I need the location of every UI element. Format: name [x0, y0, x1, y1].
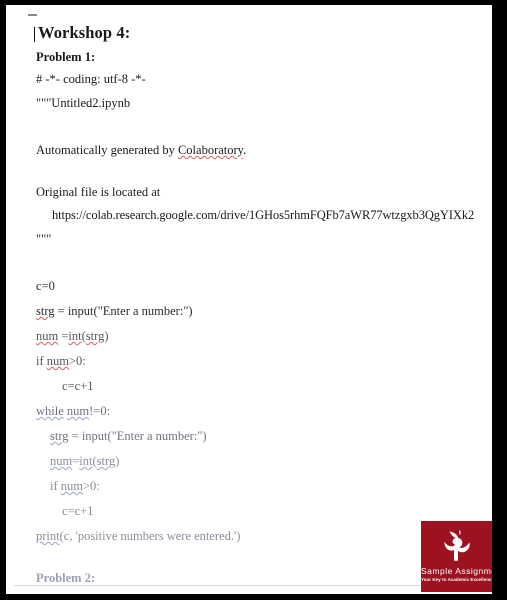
logo-brand-name: Sample Assignment	[421, 566, 492, 576]
bird-figure-icon	[444, 529, 470, 561]
document-page[interactable]: Workshop 4: Problem 1: # -*- coding: utf…	[6, 5, 492, 589]
code-line-print: print(c, 'positive numbers were entered.…	[36, 529, 241, 543]
colab-notebook-url[interactable]: https://colab.research.google.com/drive/…	[36, 209, 476, 222]
docstring-close-line-1: """	[36, 231, 52, 246]
text-cursor	[34, 27, 35, 42]
window-frame-right	[492, 0, 507, 600]
code-line-strg-input-1: strg = input("Enter a number:")	[36, 304, 193, 318]
blank-line-spacer-1	[36, 120, 476, 144]
code-line-increment-1: c=c+1	[62, 379, 94, 393]
code-line-if-1: if num>0:	[36, 354, 86, 368]
original-file-label: Original file is located at	[36, 184, 161, 199]
screenshot-root: Workshop 4: Problem 1: # -*- coding: utf…	[0, 0, 507, 600]
page-title: Workshop 4:	[38, 23, 131, 42]
code-line-num-int-2: num=int(strg)	[50, 454, 120, 468]
docstring-open-line-1: """Untitled2.ipynb	[36, 95, 131, 110]
code-line-c-init: c=0	[36, 279, 55, 293]
code-line-increment-2: c=c+1	[62, 504, 94, 518]
window-frame-bottom	[0, 594, 507, 600]
blank-line-spacer-3	[36, 255, 476, 279]
generated-by-prefix: Automatically generated by	[36, 143, 178, 157]
logo-tagline: Your Key to Academic Excellence	[421, 577, 492, 582]
section-heading-problem-2: Problem 2:	[36, 571, 96, 585]
ruler-tab-marker	[28, 14, 37, 16]
document-body[interactable]: Workshop 4: Problem 1: # -*- coding: utf…	[36, 23, 476, 589]
colaboratory-link[interactable]: Colaboratory	[178, 143, 243, 157]
coding-declaration-line-1: # -*- coding: utf-8 -*-	[36, 72, 146, 86]
sample-assignment-logo: Sample Assignment Your Key to Academic E…	[421, 521, 492, 592]
code-line-while: while num!=0:	[36, 404, 111, 418]
blank-line-spacer-4	[36, 554, 476, 572]
code-line-if-2: if num>0:	[50, 479, 100, 493]
page-bottom-divider	[14, 585, 484, 586]
generated-by-line: Automatically generated by Colaboratory.	[36, 144, 476, 157]
generated-by-suffix: .	[243, 143, 247, 157]
code-line-strg-input-2: strg = input("Enter a number:")	[50, 429, 207, 443]
blank-line-spacer-2	[36, 168, 476, 186]
section-problem-2: Problem 2: # -*- coding: utf-8 -*- """Un…	[36, 572, 476, 589]
section-heading-problem-1: Problem 1:	[36, 49, 96, 64]
code-line-num-int-1: num =int(strg)	[36, 329, 109, 343]
